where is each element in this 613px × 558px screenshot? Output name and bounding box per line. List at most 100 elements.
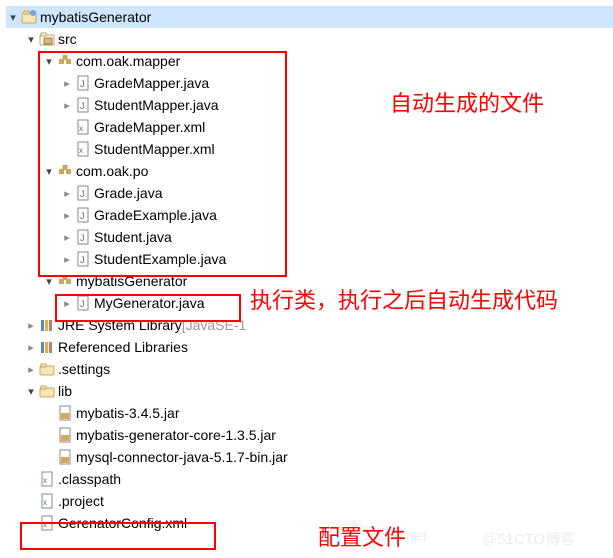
svg-text:x: x [79,124,83,133]
java-file-icon: J [75,207,91,223]
file-label: StudentExample.java [94,251,226,267]
annotation-text-config: 配置文件 [318,520,406,552]
leaf-icon [24,472,38,486]
package-label: mybatisGenerator [76,273,187,289]
svg-text:x: x [43,520,47,529]
expand-icon[interactable] [24,32,38,46]
java-file[interactable]: J GradeExample.java [6,204,613,226]
collapse-icon[interactable] [24,340,38,354]
file-label: Grade.java [94,185,162,201]
java-file-icon: J [75,97,91,113]
expand-icon[interactable] [42,274,56,288]
jar-file[interactable]: mysql-connector-java-5.1.7-bin.jar [6,446,613,468]
package-icon [57,163,73,179]
classpath-file[interactable]: x .classpath [6,468,613,490]
settings-folder[interactable]: .settings [6,358,613,380]
collapse-icon[interactable] [60,76,74,90]
collapse-icon[interactable] [24,318,38,332]
file-label: GradeExample.java [94,207,217,223]
file-label: .classpath [58,471,121,487]
collapse-icon[interactable] [24,362,38,376]
xml-file[interactable]: x StudentMapper.xml [6,138,613,160]
svg-text:J: J [80,233,85,243]
java-file[interactable]: J Grade.java [6,182,613,204]
lib-folder[interactable]: lib [6,380,613,402]
collapse-icon[interactable] [60,186,74,200]
referenced-libraries[interactable]: Referenced Libraries [6,336,613,358]
svg-text:x: x [79,146,83,155]
svg-text:J: J [80,79,85,89]
annotation-text-generated: 自动生成的文件 [390,86,544,118]
leaf-icon [42,450,56,464]
xml-file-icon: x [39,515,55,531]
expand-icon[interactable] [42,54,56,68]
package-mapper[interactable]: com.oak.mapper [6,50,613,72]
reflib-label: Referenced Libraries [58,339,188,355]
package-icon [57,53,73,69]
package-label: com.oak.po [76,163,148,179]
folder-icon [39,383,55,399]
collapse-icon[interactable] [60,252,74,266]
java-file[interactable]: J StudentExample.java [6,248,613,270]
collapse-icon[interactable] [60,230,74,244]
file-label: mysql-connector-java-5.1.7-bin.jar [76,449,288,465]
jre-label: JRE System Library [58,317,182,333]
leaf-icon [60,120,74,134]
package-explorer-tree: mybatisGenerator src com.oak.mapper J Gr… [0,0,613,540]
file-label: StudentMapper.java [94,97,219,113]
library-icon [39,339,55,355]
java-file[interactable]: J Student.java [6,226,613,248]
collapse-icon[interactable] [60,208,74,222]
collapse-icon[interactable] [60,98,74,112]
package-po[interactable]: com.oak.po [6,160,613,182]
svg-text:J: J [80,299,85,309]
file-label: GradeMapper.xml [94,119,205,135]
file-label: mybatis-generator-core-1.3.5.jar [76,427,276,443]
generator-config-file[interactable]: x GerenatorConfig.xml [6,512,613,534]
file-label: Student.java [94,229,172,245]
collapse-icon[interactable] [60,296,74,310]
library-icon [39,317,55,333]
leaf-icon [24,516,38,530]
java-file-icon: J [75,229,91,245]
svg-text:J: J [80,255,85,265]
project-label: mybatisGenerator [40,9,151,25]
svg-text:J: J [80,189,85,199]
leaf-icon [42,428,56,442]
src-folder[interactable]: src [6,28,613,50]
leaf-icon [24,494,38,508]
file-label: MyGenerator.java [94,295,205,311]
jre-qualifier: [JavaSE-1 [182,317,247,333]
xml-file-icon: x [39,493,55,509]
svg-text:J: J [80,211,85,221]
file-label: GradeMapper.java [94,75,209,91]
xml-file-icon: x [39,471,55,487]
lib-label: lib [58,383,72,399]
jar-file[interactable]: mybatis-generator-core-1.3.5.jar [6,424,613,446]
jar-icon [57,427,73,443]
java-file-icon: J [75,185,91,201]
java-project-icon [21,9,37,25]
jar-file[interactable]: mybatis-3.4.5.jar [6,402,613,424]
expand-icon[interactable] [24,384,38,398]
expand-icon[interactable] [42,164,56,178]
expand-icon[interactable] [6,10,20,24]
source-folder-icon [39,31,55,47]
file-label: .project [58,493,104,509]
folder-icon [39,361,55,377]
svg-text:x: x [43,498,47,507]
xml-file[interactable]: x GradeMapper.xml [6,116,613,138]
file-label: mybatis-3.4.5.jar [76,405,179,421]
jar-icon [57,405,73,421]
package-label: com.oak.mapper [76,53,180,69]
svg-text:x: x [43,476,47,485]
settings-label: .settings [58,361,110,377]
project-file[interactable]: x .project [6,490,613,512]
jar-icon [57,449,73,465]
svg-text:J: J [80,101,85,111]
leaf-icon [42,406,56,420]
jre-library[interactable]: JRE System Library [JavaSE-1 [6,314,613,336]
project-root[interactable]: mybatisGenerator [6,6,613,28]
leaf-icon [60,142,74,156]
java-file-icon: J [75,251,91,267]
